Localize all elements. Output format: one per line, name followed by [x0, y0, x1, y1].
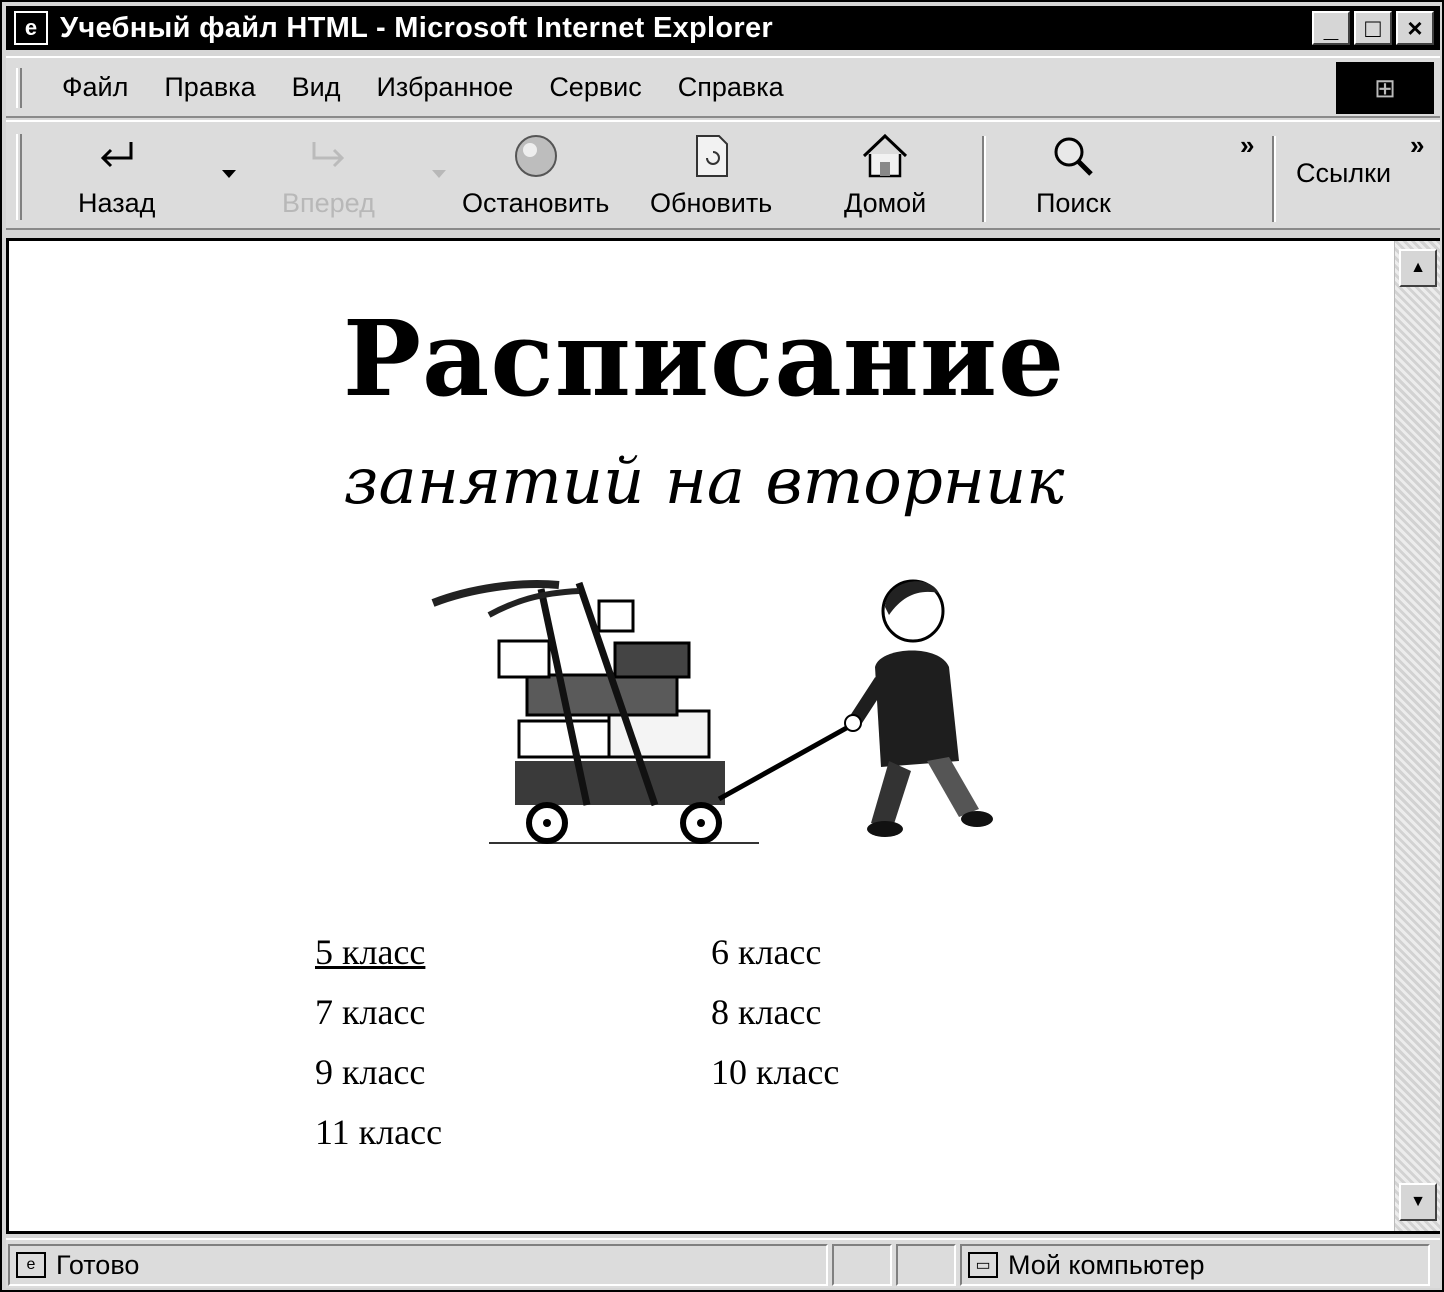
search-button[interactable]: Поиск	[1036, 130, 1111, 219]
back-dropdown-arrow[interactable]	[222, 170, 236, 178]
window-title: Учебный файл HTML - Microsoft Internet E…	[60, 11, 774, 44]
status-bar: e Готово ▭ Мой компьютер	[6, 1238, 1440, 1288]
standard-toolbar: Назад Вперед Остановить Обновить Домой П…	[6, 120, 1440, 230]
browser-window: e Учебный файл HTML - Microsoft Internet…	[0, 0, 1444, 1292]
maximize-button[interactable]: □	[1354, 11, 1392, 45]
scroll-down-button[interactable]: ▼	[1399, 1183, 1437, 1221]
class-link-10[interactable]: 10 класс	[711, 1051, 839, 1093]
refresh-button[interactable]: Обновить	[650, 130, 772, 219]
forward-dropdown-arrow[interactable]	[432, 170, 446, 178]
scroll-up-button[interactable]: ▲	[1399, 249, 1437, 287]
menu-grip[interactable]	[16, 68, 22, 108]
security-zone: Мой компьютер	[1008, 1249, 1205, 1280]
status-text-cell: e Готово	[8, 1244, 828, 1286]
status-secure-cell	[896, 1244, 956, 1286]
class-link-7[interactable]: 7 класс	[315, 991, 425, 1033]
back-arrow-icon	[91, 130, 143, 182]
toolbar-separator	[982, 136, 986, 222]
menu-help[interactable]: Справка	[678, 72, 784, 103]
class-link-9[interactable]: 9 класс	[315, 1051, 425, 1093]
links-button[interactable]: Ссылки	[1296, 158, 1391, 189]
class-link-6[interactable]: 6 класс	[711, 931, 821, 973]
search-icon	[1047, 130, 1099, 182]
status-progress-cell	[832, 1244, 892, 1286]
class-link-5[interactable]: 5 класс	[315, 931, 425, 973]
stop-button[interactable]: Остановить	[462, 130, 609, 219]
windows-logo-icon: ⊞	[1336, 62, 1434, 114]
toolbar-grip[interactable]	[16, 134, 22, 220]
forward-button[interactable]: Вперед	[282, 130, 375, 219]
close-button[interactable]: ×	[1396, 11, 1434, 45]
page-subtitle: занятий на вторник	[343, 445, 1065, 519]
boy-pulling-cart-illustration	[419, 571, 1009, 871]
status-zone-cell: ▭ Мой компьютер	[960, 1244, 1430, 1286]
forward-arrow-icon	[302, 130, 354, 182]
menu-tools[interactable]: Сервис	[549, 72, 641, 103]
menu-edit[interactable]: Правка	[164, 72, 255, 103]
class-link-11[interactable]: 11 класс	[315, 1111, 442, 1153]
back-button[interactable]: Назад	[78, 130, 155, 219]
links-separator	[1272, 136, 1276, 222]
stop-icon	[510, 130, 562, 182]
minimize-button[interactable]: _	[1312, 11, 1350, 45]
page-icon: e	[16, 1252, 46, 1278]
title-bar: e Учебный файл HTML - Microsoft Internet…	[6, 6, 1440, 50]
window-controls: _ □ ×	[1312, 11, 1434, 45]
toolbar-more-chevron[interactable]: »	[1240, 130, 1254, 161]
links-more-chevron[interactable]: »	[1410, 130, 1424, 161]
home-button[interactable]: Домой	[844, 130, 926, 219]
class-link-8[interactable]: 8 класс	[711, 991, 821, 1033]
refresh-icon	[685, 130, 737, 182]
page-title: Расписание	[342, 297, 1066, 420]
home-icon	[859, 130, 911, 182]
page-viewport: Расписание занятий на вторник 5 класс 6 …	[6, 238, 1440, 1234]
vertical-scrollbar[interactable]: ▲ ▼	[1394, 241, 1440, 1231]
menu-file[interactable]: Файл	[62, 72, 128, 103]
my-computer-icon: ▭	[968, 1252, 998, 1278]
status-text: Готово	[56, 1249, 140, 1280]
menu-view[interactable]: Вид	[292, 72, 341, 103]
menu-favorites[interactable]: Избранное	[376, 72, 513, 103]
ie-logo-icon: e	[14, 11, 48, 45]
menu-bar: Файл Правка Вид Избранное Сервис Справка…	[6, 56, 1440, 118]
